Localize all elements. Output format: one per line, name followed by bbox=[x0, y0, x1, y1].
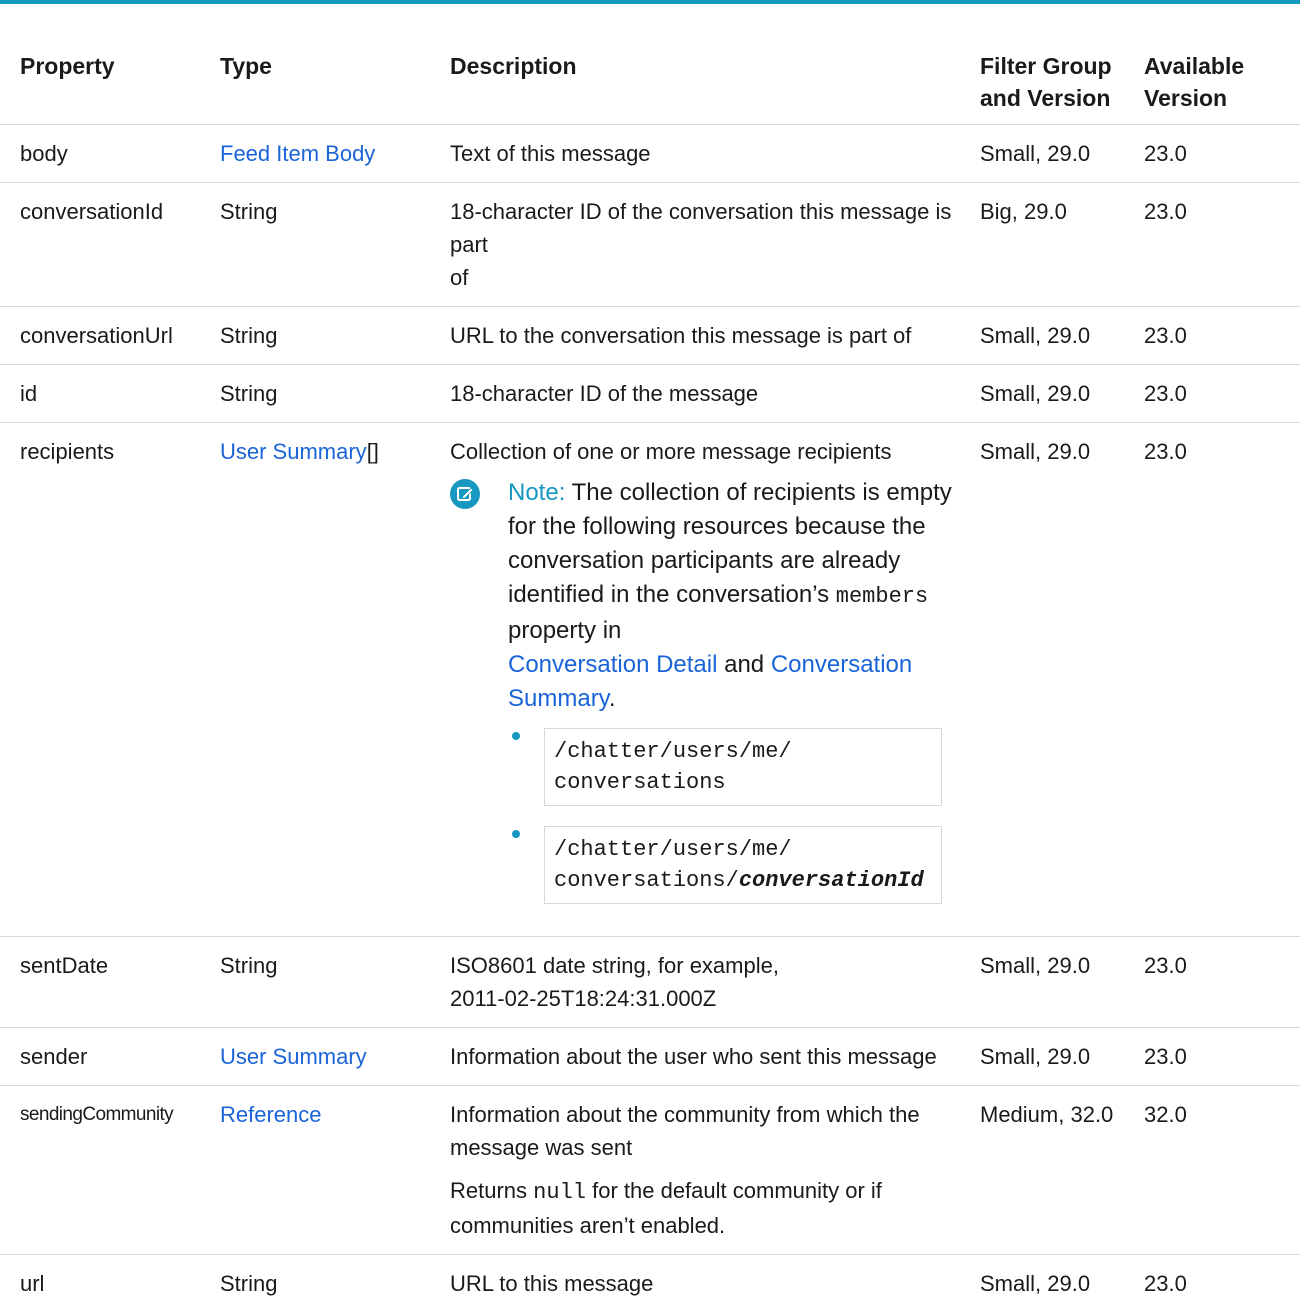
bullet-icon bbox=[512, 830, 520, 838]
table-row: conversationId String 18-character ID of… bbox=[0, 183, 1300, 307]
available-version-cell: 23.0 bbox=[1134, 1255, 1300, 1312]
type-cell: String bbox=[214, 365, 434, 423]
note-text: . bbox=[609, 685, 616, 712]
filter-group-cell: Small, 29.0 bbox=[972, 937, 1134, 1028]
bullet-icon bbox=[512, 732, 520, 740]
filter-group-cell: Medium, 32.0 bbox=[972, 1086, 1134, 1255]
filter-group-cell: Small, 29.0 bbox=[972, 307, 1134, 365]
code-block: /chatter/users/me/ conversations bbox=[544, 728, 942, 806]
table-row: sendingCommunity Reference Information a… bbox=[0, 1086, 1300, 1255]
filter-group-cell: Small, 29.0 bbox=[972, 423, 1134, 937]
note-text: and bbox=[724, 651, 764, 678]
header-description: Description bbox=[434, 34, 972, 125]
property-name: sendingCommunity bbox=[0, 1086, 214, 1255]
property-name: recipients bbox=[0, 423, 214, 937]
description-line: ISO8601 date string, for example, bbox=[450, 953, 779, 978]
list-item: /chatter/users/me/ conversations/convers… bbox=[508, 826, 964, 904]
description-cell: Text of this message bbox=[434, 125, 972, 183]
conversation-detail-link[interactable]: Conversation Detail bbox=[508, 651, 717, 678]
top-accent-rule bbox=[0, 0, 1300, 4]
property-name: conversationId bbox=[0, 183, 214, 307]
table-row: sender User Summary Information about th… bbox=[0, 1028, 1300, 1086]
filter-group-cell: Small, 29.0 bbox=[972, 1255, 1134, 1312]
description-cell: Collection of one or more message recipi… bbox=[434, 423, 972, 937]
available-version-cell: 23.0 bbox=[1134, 307, 1300, 365]
table-row: sentDate String ISO8601 date string, for… bbox=[0, 937, 1300, 1028]
code-block: /chatter/users/me/ conversations/convers… bbox=[544, 826, 942, 904]
property-name: id bbox=[0, 365, 214, 423]
description-line: of bbox=[450, 261, 964, 294]
available-version-cell: 23.0 bbox=[1134, 423, 1300, 937]
description-text: Collection of one or more message recipi… bbox=[450, 435, 964, 468]
type-link-reference[interactable]: Reference bbox=[220, 1102, 322, 1127]
available-version-cell: 23.0 bbox=[1134, 937, 1300, 1028]
property-name: conversationUrl bbox=[0, 307, 214, 365]
type-link-user-summary[interactable]: User Summary bbox=[220, 1044, 367, 1069]
table-row: id String 18-character ID of the message… bbox=[0, 365, 1300, 423]
pencil-edit-icon bbox=[450, 479, 480, 509]
header-available-version: AvailableVersion bbox=[1134, 34, 1300, 125]
table-header-row: Property Type Description Filter Groupan… bbox=[0, 34, 1300, 125]
property-name: body bbox=[0, 125, 214, 183]
description-line: message was sent bbox=[450, 1131, 964, 1164]
type-link-feed-item-body[interactable]: Feed Item Body bbox=[220, 141, 375, 166]
note-label: Note: bbox=[508, 479, 565, 506]
property-name: url bbox=[0, 1255, 214, 1312]
table-row: conversationUrl String URL to the conver… bbox=[0, 307, 1300, 365]
available-version-cell: 23.0 bbox=[1134, 183, 1300, 307]
filter-group-cell: Small, 29.0 bbox=[972, 365, 1134, 423]
note-block: Note: The collection of recipients is em… bbox=[450, 476, 964, 904]
code-null: null bbox=[533, 1180, 586, 1205]
description-cell: URL to the conversation this message is … bbox=[434, 307, 972, 365]
filter-group-cell: Big, 29.0 bbox=[972, 183, 1134, 307]
table-row: body Feed Item Body Text of this message… bbox=[0, 125, 1300, 183]
type-cell: String bbox=[214, 307, 434, 365]
header-property: Property bbox=[0, 34, 214, 125]
type-cell: String bbox=[214, 1255, 434, 1312]
property-name: sentDate bbox=[0, 937, 214, 1028]
description-cell: ISO8601 date string, for example, 2011-02… bbox=[434, 937, 972, 1028]
list-item: /chatter/users/me/ conversations bbox=[508, 728, 964, 806]
description-cell: Information about the user who sent this… bbox=[434, 1028, 972, 1086]
note-text: property in bbox=[508, 617, 621, 644]
type-cell: String bbox=[214, 937, 434, 1028]
table-row: url String URL to this message Small, 29… bbox=[0, 1255, 1300, 1312]
array-suffix: [] bbox=[367, 439, 379, 464]
returns-paragraph: Returns null for the default community o… bbox=[450, 1174, 964, 1242]
header-type: Type bbox=[214, 34, 434, 125]
type-cell: Reference bbox=[214, 1086, 434, 1255]
header-filter-group: Filter Groupand Version bbox=[972, 34, 1134, 125]
code-param: conversationId bbox=[739, 868, 924, 893]
description-cell: 18-character ID of the message bbox=[434, 365, 972, 423]
available-version-cell: 32.0 bbox=[1134, 1086, 1300, 1255]
description-line: 18-character ID of the conversation this… bbox=[450, 199, 951, 257]
resource-list: /chatter/users/me/ conversations /chatte… bbox=[508, 728, 964, 904]
table-row: recipients User Summary[] Collection of … bbox=[0, 423, 1300, 937]
available-version-cell: 23.0 bbox=[1134, 365, 1300, 423]
description-cell: 18-character ID of the conversation this… bbox=[434, 183, 972, 307]
type-cell: User Summary bbox=[214, 1028, 434, 1086]
description-line: 2011-02-25T18:24:31.000Z bbox=[450, 982, 964, 1015]
filter-group-cell: Small, 29.0 bbox=[972, 1028, 1134, 1086]
type-link-user-summary[interactable]: User Summary bbox=[220, 439, 367, 464]
properties-table: Property Type Description Filter Groupan… bbox=[0, 34, 1300, 1312]
description-cell: URL to this message bbox=[434, 1255, 972, 1312]
note-code-members: members bbox=[836, 584, 928, 609]
filter-group-cell: Small, 29.0 bbox=[972, 125, 1134, 183]
available-version-cell: 23.0 bbox=[1134, 125, 1300, 183]
description-line: Information about the community from whi… bbox=[450, 1102, 920, 1127]
type-cell: Feed Item Body bbox=[214, 125, 434, 183]
type-cell: String bbox=[214, 183, 434, 307]
description-cell: Information about the community from whi… bbox=[434, 1086, 972, 1255]
available-version-cell: 23.0 bbox=[1134, 1028, 1300, 1086]
type-cell: User Summary[] bbox=[214, 423, 434, 937]
property-name: sender bbox=[0, 1028, 214, 1086]
